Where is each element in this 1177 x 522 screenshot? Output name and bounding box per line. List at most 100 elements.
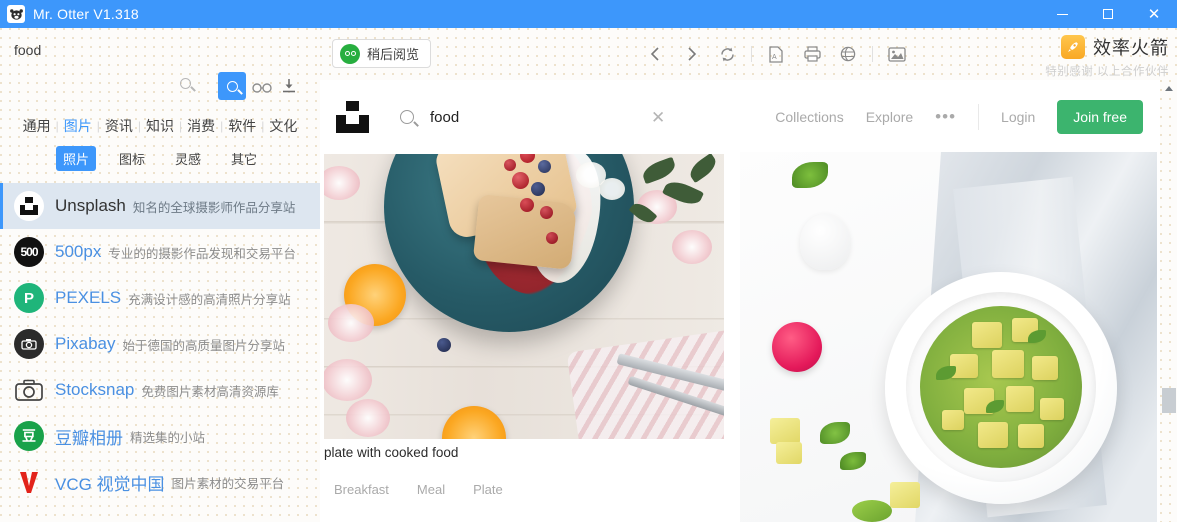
tag-plate[interactable]: Plate <box>473 482 503 497</box>
back-button[interactable] <box>637 28 673 80</box>
category-tab-6[interactable]: 文化 <box>264 116 302 136</box>
refresh-icon <box>720 47 734 61</box>
subcategory-tabs: 照片 图标 灵感 其它 <box>0 146 320 171</box>
camera-icon <box>14 375 44 405</box>
site-desc: 免费图片素材高清资源库 <box>141 384 279 399</box>
unsplash-navbar: ✕ Collections Explore ••• Login Join fre… <box>320 80 1157 154</box>
search-icon <box>226 80 238 92</box>
unsplash-logo[interactable] <box>332 101 372 133</box>
search-icon <box>400 110 414 124</box>
glasses-icon <box>340 43 360 64</box>
unsplash-search: ✕ <box>400 96 775 138</box>
left-panel: 通用 | 图片 | 资讯 | 知识 | 消费 | 软件 | 文化 /* fix … <box>0 28 320 522</box>
rocket-icon <box>1061 35 1085 59</box>
site-desc: 始于德国的高质量图片分享站 <box>122 338 285 353</box>
maximize-button[interactable] <box>1085 0 1131 28</box>
sidebar-item-unsplash[interactable]: Unsplash 知名的全球摄影师作品分享站 <box>0 183 320 229</box>
category-tab-1[interactable]: 图片 <box>59 116 97 136</box>
photo-card-0[interactable] <box>324 154 724 439</box>
nav-explore[interactable]: Explore <box>866 109 913 125</box>
category-tab-0[interactable]: 通用 <box>18 116 56 136</box>
search-input[interactable] <box>14 42 174 58</box>
title-bar: Mr. Otter V1.318 ✕ <box>0 0 1177 28</box>
download-icon[interactable] <box>282 78 296 93</box>
unsplash-nav-links: Collections Explore ••• Login Join free <box>775 100 1143 134</box>
photo-caption-0: plate with cooked food <box>324 445 459 460</box>
tag-meal[interactable]: Meal <box>417 482 445 497</box>
image-icon <box>888 46 906 62</box>
scrollbar-thumb[interactable] <box>1162 388 1176 413</box>
pexels-icon: P <box>14 283 44 313</box>
image-button[interactable] <box>879 28 915 80</box>
caret-up-icon <box>1164 86 1173 91</box>
nav-collections[interactable]: Collections <box>775 109 843 125</box>
photo-tags-0: Breakfast Meal Plate <box>334 482 503 497</box>
site-name: Stocksnap <box>55 380 135 399</box>
read-later-button[interactable]: 稍后阅览 <box>332 39 432 68</box>
scroll-up-button[interactable] <box>1160 80 1177 97</box>
site-name: Pixabay <box>55 334 116 353</box>
divider <box>978 104 980 130</box>
category-tab-4[interactable]: 消费 <box>182 116 220 136</box>
print-button[interactable] <box>794 28 830 80</box>
douban-icon: 豆 <box>14 421 44 451</box>
category-tab-2[interactable]: 资讯 <box>100 116 138 136</box>
chevron-left-icon <box>650 47 659 61</box>
svg-text:A: A <box>772 54 777 61</box>
category-tab-3[interactable]: 知识 <box>141 116 179 136</box>
window-title: Mr. Otter V1.318 <box>33 6 139 22</box>
site-name: 500px <box>55 242 102 261</box>
tag-breakfast[interactable]: Breakfast <box>334 482 389 497</box>
app-toolbar: 稍后阅览 A 效率火箭 特别感谢 以上合作伙伴 <box>320 28 1177 80</box>
vcg-icon <box>14 467 44 497</box>
photo-grid: plate with cooked food Breakfast Meal Pl… <box>320 152 1157 522</box>
close-button[interactable]: ✕ <box>1131 0 1177 28</box>
search-button[interactable] <box>218 72 246 100</box>
glasses-icon[interactable] <box>252 80 272 93</box>
subcategory-tab-other[interactable]: 其它 <box>224 146 264 171</box>
brand-subtitle: 特别感谢 以上合作伙伴 <box>1045 66 1169 78</box>
photo-card-1[interactable] <box>740 152 1157 522</box>
globe-icon <box>840 46 856 62</box>
ellipsis-icon[interactable]: ••• <box>935 108 956 125</box>
site-list: Unsplash 知名的全球摄影师作品分享站 500 500px 专业的的摄影作… <box>0 183 320 522</box>
divider <box>872 46 873 62</box>
site-desc: 知名的全球摄影师作品分享站 <box>132 200 296 215</box>
refresh-button[interactable] <box>709 28 745 80</box>
site-desc: 充满设计感的高清照片分享站 <box>128 292 291 307</box>
site-desc: 专业的的摄影作品发现和交易平台 <box>108 246 296 261</box>
pdf-button[interactable]: A <box>758 28 794 80</box>
join-free-button[interactable]: Join free <box>1057 100 1143 134</box>
subcategory-tab-icons[interactable]: 图标 <box>112 146 152 171</box>
browser-button[interactable] <box>830 28 866 80</box>
toolbar-icons: A <box>637 28 915 80</box>
search-row <box>0 28 320 72</box>
sidebar-item-vcg[interactable]: VCG 视觉中国 图片素材的交易平台 <box>0 459 320 505</box>
chevron-right-icon <box>687 47 696 61</box>
sidebar-item-douban[interactable]: 豆 豆瓣相册 精选集的小站 <box>0 413 320 459</box>
printer-icon <box>803 46 821 62</box>
category-tabs: 通用 | 图片 | 资讯 | 知识 | 消费 | 软件 | 文化 <box>0 116 320 136</box>
window-controls: ✕ <box>1039 0 1177 28</box>
partner-brand: 效率火箭 特别感谢 以上合作伙伴 <box>919 34 1169 79</box>
site-name: VCG 视觉中国 <box>55 474 165 494</box>
category-tab-5[interactable]: 软件 <box>223 116 261 136</box>
divider <box>751 46 752 62</box>
forward-button[interactable] <box>673 28 709 80</box>
minimize-button[interactable] <box>1039 0 1085 28</box>
login-link[interactable]: Login <box>1001 109 1035 125</box>
sidebar-item-500px[interactable]: 500 500px 专业的的摄影作品发现和交易平台 <box>0 229 320 275</box>
subcategory-tab-photos[interactable]: 照片 <box>55 146 96 171</box>
vertical-scrollbar[interactable] <box>1160 80 1177 522</box>
clear-search-icon[interactable]: ✕ <box>651 109 665 126</box>
read-later-label: 稍后阅览 <box>367 47 420 62</box>
pixabay-icon <box>14 329 44 359</box>
site-desc: 图片素材的交易平台 <box>171 476 285 491</box>
sidebar-item-stocksnap[interactable]: Stocksnap 免费图片素材高清资源库 <box>0 367 320 413</box>
pdf-icon: A <box>769 45 783 63</box>
sidebar-item-pexels[interactable]: P PEXELS 充满设计感的高清照片分享站 <box>0 275 320 321</box>
sidebar-item-pixabay[interactable]: Pixabay 始于德国的高质量图片分享站 <box>0 321 320 367</box>
unsplash-search-input[interactable] <box>430 108 670 126</box>
500px-icon: 500 <box>14 237 44 267</box>
subcategory-tab-inspiration[interactable]: 灵感 <box>168 146 208 171</box>
